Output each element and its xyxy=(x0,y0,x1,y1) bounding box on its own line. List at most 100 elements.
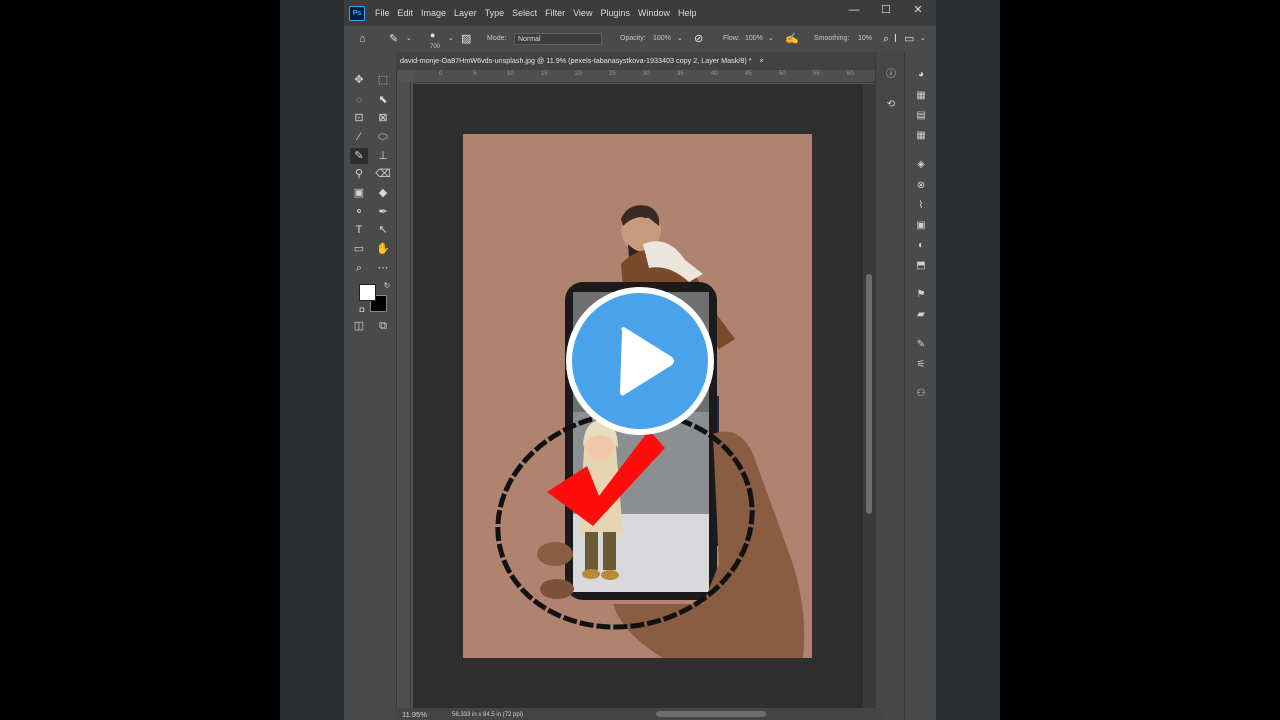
properties-strip: ⓘ ⟲ xyxy=(875,52,905,720)
ruler-tick-label: 50 xyxy=(779,71,786,77)
info-icon[interactable]: ⓘ xyxy=(882,68,900,82)
healing-brush-icon[interactable]: ⬭ xyxy=(374,129,392,145)
search-icon[interactable]: ⌕ xyxy=(883,32,889,46)
flow-label: Flow: xyxy=(723,35,740,42)
channels-icon[interactable]: ⊗ xyxy=(912,179,930,193)
more-tools-icon[interactable]: ⋯ xyxy=(374,260,392,276)
menu-layer[interactable]: Layer xyxy=(450,0,481,26)
brush-preset-chevron-icon[interactable]: ⌄ xyxy=(448,32,454,46)
brush-panel-icon[interactable]: ✎ xyxy=(912,338,930,352)
menu-type[interactable]: Type xyxy=(481,0,509,26)
layers-icon[interactable]: ◈ xyxy=(912,158,930,172)
menu-image[interactable]: Image xyxy=(417,0,450,26)
vertical-scroll-thumb[interactable] xyxy=(866,274,872,514)
object-selection-icon[interactable]: ⬉ xyxy=(374,92,392,108)
swap-colors-icon[interactable]: ↻ xyxy=(378,278,396,294)
workspace-chevron-icon[interactable]: ⌄ xyxy=(920,32,926,46)
ruler-tick-label: 55 xyxy=(813,71,820,77)
paths-icon[interactable]: ⌇ xyxy=(912,199,930,213)
brush-settings-panel-icon[interactable]: ⚟ xyxy=(912,358,930,372)
character-icon[interactable]: ⚑ xyxy=(912,288,930,302)
move-tool-icon[interactable]: ✥ xyxy=(350,72,368,88)
opacity-chevron-icon[interactable]: ⌄ xyxy=(677,32,683,46)
rectangle-tool-icon[interactable]: ▭ xyxy=(350,241,368,257)
airbrush-icon[interactable]: ✍ xyxy=(785,32,799,46)
menu-select[interactable]: Select xyxy=(508,0,541,26)
flow-chevron-icon[interactable]: ⌄ xyxy=(768,32,774,46)
default-colors-icon[interactable]: ◘ xyxy=(353,302,371,318)
home-icon[interactable]: ⌂ xyxy=(359,32,366,46)
ruler-left xyxy=(398,82,411,708)
swatches-icon[interactable]: ▦ xyxy=(912,89,930,103)
patterns-icon[interactable]: ▦ xyxy=(912,129,930,143)
screen-mode-icon[interactable]: ⧉ xyxy=(374,318,392,334)
opacity-label: Opacity: xyxy=(620,35,646,42)
pen-tool-icon[interactable]: ✒ xyxy=(374,204,392,220)
status-bar: 11.95% 56.333 in x 84.5 in (72 ppi) xyxy=(396,708,886,720)
path-selection-icon[interactable]: ↖ xyxy=(374,222,392,238)
zoom-tool-icon[interactable]: ⌕ xyxy=(350,260,368,276)
libraries-icon[interactable]: ▣ xyxy=(912,219,930,233)
menu-plugins[interactable]: Plugins xyxy=(596,0,634,26)
maximize-button[interactable]: ☐ xyxy=(871,0,901,22)
flow-value[interactable]: 100% xyxy=(745,26,763,52)
smoothing-value[interactable]: 10% xyxy=(858,26,872,52)
styles-icon[interactable]: ⬒ xyxy=(912,259,930,273)
crop-tool-icon[interactable]: ⊡ xyxy=(350,110,368,126)
type-tool-icon[interactable]: T xyxy=(350,222,368,238)
hand-tool-icon[interactable]: ✋ xyxy=(374,241,392,257)
brush-tool-icon[interactable]: ✎ xyxy=(389,32,398,46)
brush-settings-icon[interactable]: ▨ xyxy=(461,32,471,46)
eyedropper-icon[interactable]: ⁄ xyxy=(350,129,368,145)
menu-file[interactable]: File xyxy=(371,0,394,26)
document-tab[interactable]: david-monje-Oa87HmW6vds-unsplash.jpg @ 1… xyxy=(400,52,764,70)
artboard-tool-icon[interactable]: ⬚ xyxy=(374,72,392,88)
menu-view[interactable]: View xyxy=(569,0,596,26)
foreground-color-swatch[interactable] xyxy=(359,284,376,301)
history-icon[interactable]: ⟲ xyxy=(882,98,900,112)
ruler-tick-label: 5 xyxy=(473,71,477,77)
panels-dock: ◕ ▦ ▤ ▦ ◈ ⊗ ⌇ ▣ ◐ ⬒ ⚑ ▰ ✎ ⚟ ⚇ xyxy=(904,52,936,720)
blur-tool-icon[interactable]: ◆ xyxy=(374,185,392,201)
horizontal-scroll-thumb[interactable] xyxy=(656,711,766,717)
history-brush-icon[interactable]: ⚲ xyxy=(350,166,368,182)
tab-close-icon[interactable]: × xyxy=(760,56,764,65)
menu-filter[interactable]: Filter xyxy=(541,0,569,26)
gradient-tool-icon[interactable]: ▣ xyxy=(350,185,368,201)
play-button[interactable] xyxy=(566,287,714,435)
mode-select[interactable]: Normal xyxy=(514,33,602,45)
dodge-tool-icon[interactable]: ⚬ xyxy=(350,204,368,220)
zoom-level[interactable]: 11.95% xyxy=(402,708,427,720)
opacity-value[interactable]: 100% xyxy=(653,26,671,52)
menu-edit[interactable]: Edit xyxy=(394,0,418,26)
comments-icon[interactable]: ▰ xyxy=(912,308,930,322)
menu-list: File Edit Image Layer Type Select Filter… xyxy=(371,0,701,26)
frame-tool-icon[interactable]: ⊠ xyxy=(374,110,392,126)
menu-window[interactable]: Window xyxy=(634,0,674,26)
clone-stamp-icon[interactable]: ⊥ xyxy=(374,148,392,164)
ruler-tick-label: 35 xyxy=(677,71,684,77)
ruler-tick-label: 10 xyxy=(507,71,514,77)
lasso-tool-icon[interactable]: ◌ xyxy=(350,92,368,108)
minimize-button[interactable]: — xyxy=(839,0,869,22)
mode-value: Normal xyxy=(518,36,541,43)
chevron-down-icon[interactable]: ⌄ xyxy=(406,32,412,46)
ruler-tick-label: 45 xyxy=(745,71,752,77)
eraser-icon[interactable]: ⌫ xyxy=(374,166,392,182)
actions-icon[interactable]: ⚇ xyxy=(912,387,930,401)
ruler-tick-label: 30 xyxy=(643,71,650,77)
document-size: 56.333 in x 84.5 in (72 ppi) xyxy=(452,712,524,718)
menu-help[interactable]: Help xyxy=(674,0,701,26)
close-button[interactable]: ✕ xyxy=(903,0,933,22)
workspace-icon[interactable]: ▭ xyxy=(904,32,914,46)
vertical-scrollbar[interactable] xyxy=(863,84,875,708)
pressure-opacity-icon[interactable]: ⊘ xyxy=(694,32,703,46)
ruler-tick-label: 0 xyxy=(439,71,443,77)
desktop-margin-left xyxy=(280,0,344,720)
color-icon[interactable]: ◕ xyxy=(912,68,930,82)
adjustments-icon[interactable]: ◐ xyxy=(912,239,930,253)
gradients-icon[interactable]: ▤ xyxy=(912,109,930,123)
brush-tool-active-icon[interactable]: ✎ xyxy=(350,148,368,164)
quick-mask-icon[interactable]: ◫ xyxy=(350,318,368,334)
finger-shape xyxy=(540,579,574,599)
